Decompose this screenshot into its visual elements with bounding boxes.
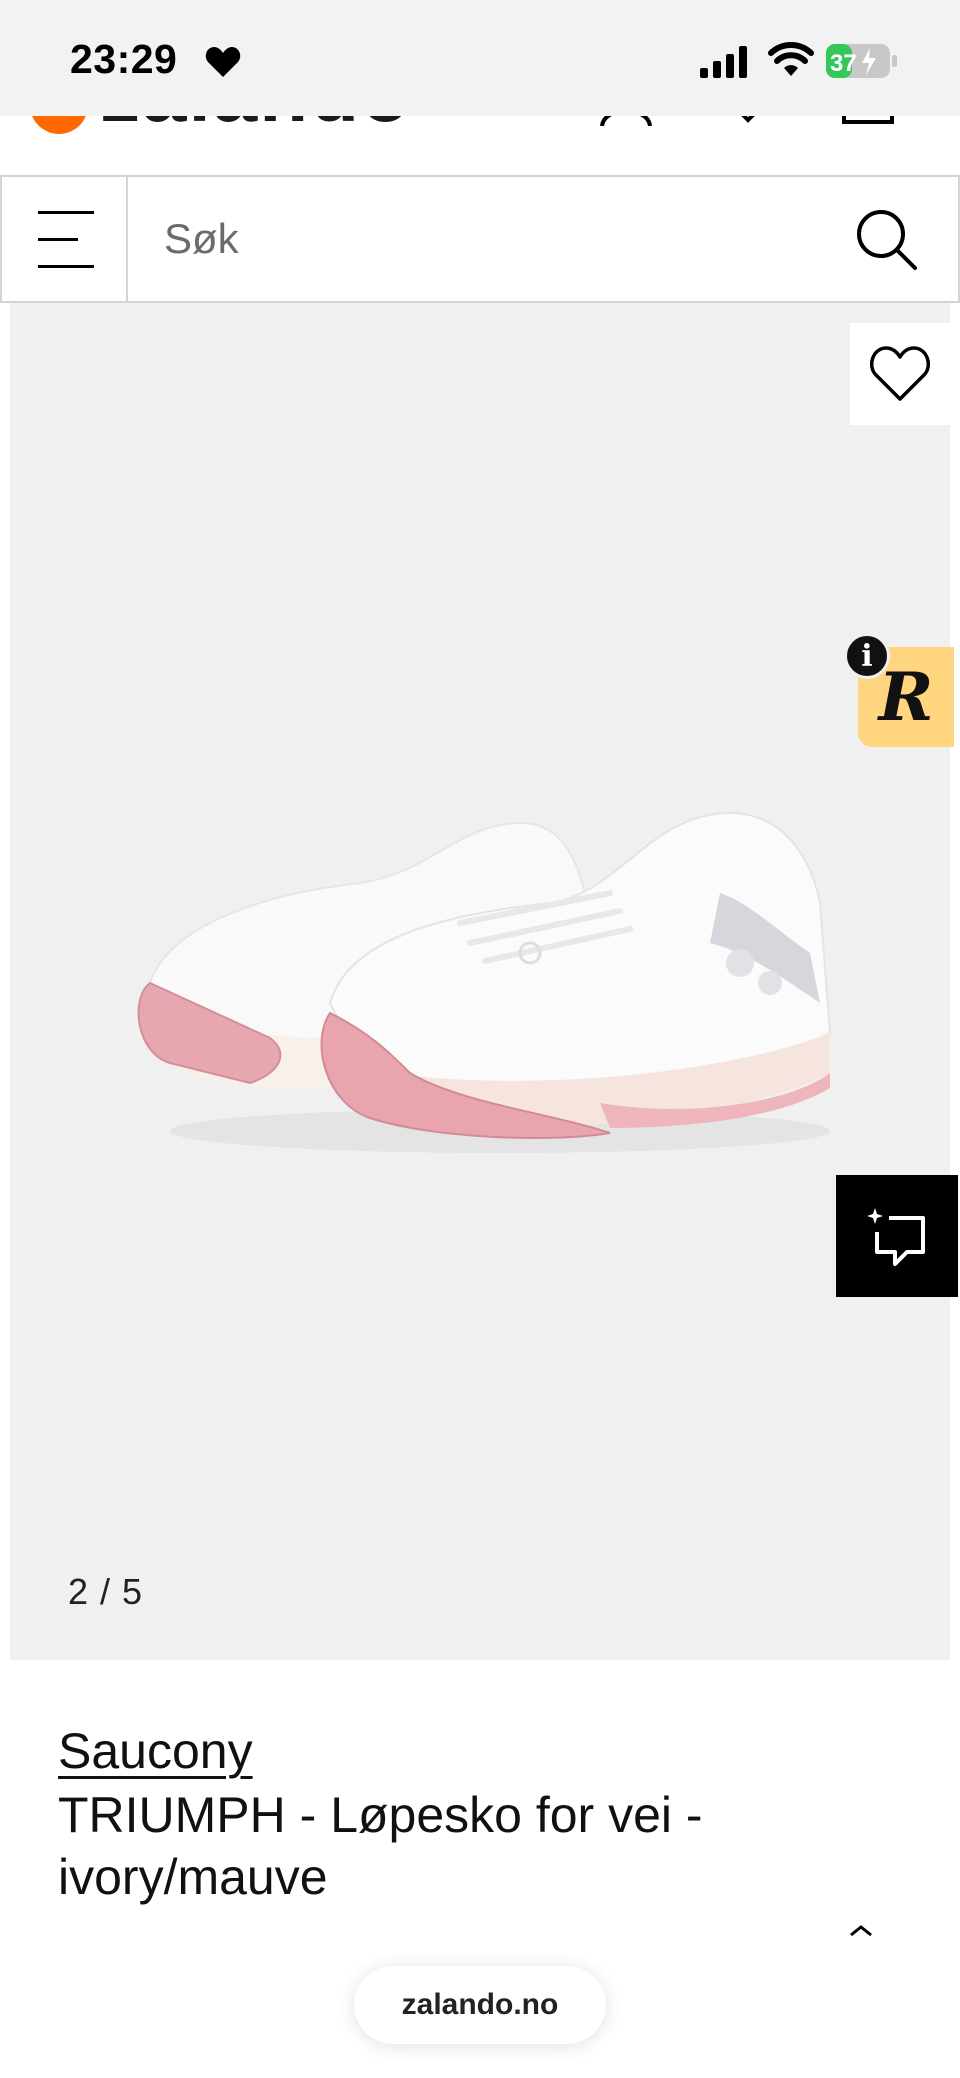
menu-button[interactable] (2, 177, 128, 301)
search-input[interactable] (162, 214, 802, 264)
image-counter: 2 / 5 (68, 1571, 144, 1612)
wishlist-heart-icon (870, 346, 930, 401)
status-bar: 23:29 37 (0, 0, 960, 116)
wishlist-button[interactable] (850, 323, 950, 425)
menu-icon (38, 211, 94, 268)
battery-icon: 37 (826, 44, 898, 83)
brand-link[interactable]: Saucony (58, 1722, 253, 1780)
heart-icon (205, 46, 241, 83)
compare-button[interactable] (836, 1175, 958, 1297)
compare-icon (867, 1208, 925, 1266)
url-bar[interactable]: zalando.no (354, 1966, 606, 2044)
product-title: TRIUMPH - Løpesko for vei - ivory/mauve (58, 1787, 703, 1905)
search-bar (0, 175, 960, 303)
svg-text:37: 37 (830, 50, 857, 77)
signal-icon (700, 46, 750, 83)
status-time: 23:29 (70, 36, 178, 82)
product-image (137, 811, 832, 1153)
product-image-gallery[interactable]: R i 2 / 5 (10, 303, 958, 1660)
wifi-icon (768, 42, 814, 83)
chevron-up-icon[interactable] (848, 1924, 874, 1943)
search-icon[interactable] (854, 207, 918, 276)
search-field (128, 177, 958, 301)
info-icon[interactable]: i (844, 633, 890, 679)
